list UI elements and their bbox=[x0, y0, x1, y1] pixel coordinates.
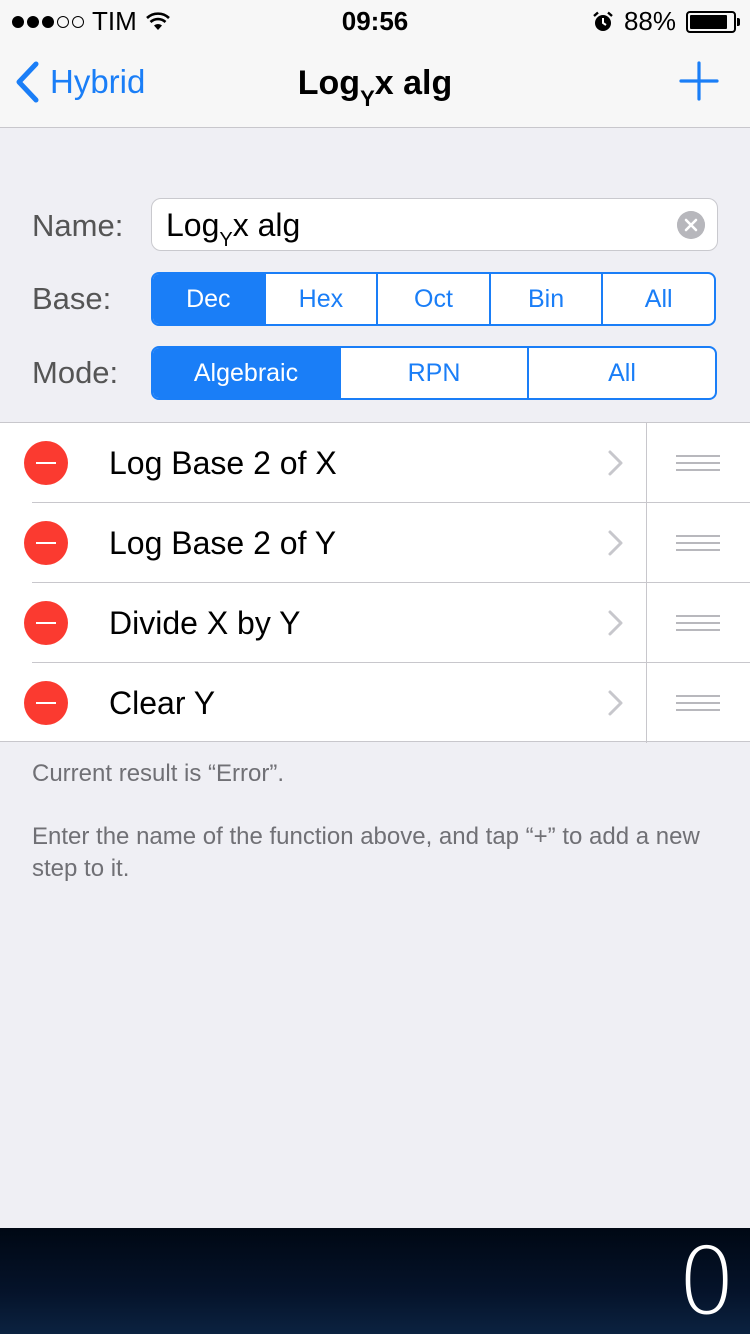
screen: TIM 09:56 88% Hybrid LogYx alg Name: Log… bbox=[0, 0, 750, 1334]
title-subscript: Y bbox=[360, 86, 375, 111]
reorder-divider bbox=[646, 663, 647, 743]
calculator-display: 0 bbox=[0, 1228, 750, 1334]
reorder-divider bbox=[646, 423, 647, 503]
step-label: Divide X by Y bbox=[109, 605, 301, 641]
reorder-divider bbox=[646, 583, 647, 663]
name-subscript: Y bbox=[219, 229, 233, 251]
result-note: Current result is “Error”. bbox=[32, 760, 285, 787]
chevron-right-icon[interactable] bbox=[606, 449, 626, 477]
minus-icon bbox=[36, 462, 56, 464]
chevron-right-icon[interactable] bbox=[606, 529, 626, 557]
status-bar: TIM 09:56 88% bbox=[0, 0, 750, 40]
base-option-dec[interactable]: Dec bbox=[153, 274, 264, 324]
reorder-handle-icon[interactable] bbox=[676, 615, 720, 631]
base-selector: Dec Hex Oct Bin All bbox=[151, 272, 716, 326]
alarm-icon bbox=[593, 11, 613, 31]
mode-selector: Algebraic RPN All bbox=[151, 346, 717, 400]
reorder-handle-icon[interactable] bbox=[676, 455, 720, 471]
step-row[interactable]: Log Base 2 of Y bbox=[0, 503, 750, 583]
name-label: Name: bbox=[32, 208, 124, 243]
status-right: 88% bbox=[592, 6, 740, 37]
name-prefix: Log bbox=[166, 207, 220, 243]
step-label: Log Base 2 of X bbox=[109, 445, 337, 481]
step-label: Log Base 2 of Y bbox=[109, 525, 337, 561]
steps-table: Log Base 2 of X Log Base 2 of Y Divide X… bbox=[0, 422, 750, 743]
reorder-handle-icon[interactable] bbox=[676, 695, 720, 711]
mode-label: Mode: bbox=[32, 355, 119, 390]
chevron-right-icon[interactable] bbox=[606, 689, 626, 717]
help-note: Enter the name of the function above, an… bbox=[32, 823, 700, 882]
base-option-oct[interactable]: Oct bbox=[376, 274, 489, 324]
battery-fill bbox=[690, 14, 727, 29]
chevron-right-icon[interactable] bbox=[606, 609, 626, 637]
step-label: Clear Y bbox=[109, 685, 216, 721]
minus-icon bbox=[36, 622, 56, 624]
name-suffix: x alg bbox=[232, 207, 301, 243]
base-label: Base: bbox=[32, 281, 112, 316]
step-row[interactable]: Clear Y bbox=[0, 663, 750, 743]
page-title: LogYx alg bbox=[0, 64, 750, 112]
delete-step-button[interactable] bbox=[24, 521, 68, 565]
step-row[interactable]: Log Base 2 of X bbox=[0, 423, 750, 503]
name-field[interactable]: LogYx alg bbox=[151, 198, 718, 251]
clear-text-icon[interactable] bbox=[677, 211, 705, 239]
base-option-hex[interactable]: Hex bbox=[263, 274, 377, 324]
delete-step-button[interactable] bbox=[24, 681, 68, 725]
function-form: Name: LogYx alg Base: Dec Hex Oct Bin Al… bbox=[0, 128, 750, 422]
minus-icon bbox=[36, 702, 56, 704]
mode-option-algebraic[interactable]: Algebraic bbox=[153, 348, 339, 398]
title-suffix: x alg bbox=[374, 64, 453, 102]
mode-option-rpn[interactable]: RPN bbox=[339, 348, 527, 398]
navigation-bar: Hybrid LogYx alg bbox=[0, 40, 750, 128]
base-option-all[interactable]: All bbox=[601, 274, 714, 324]
reorder-divider bbox=[646, 503, 647, 583]
name-value: LogYx alg bbox=[166, 207, 300, 252]
add-step-button[interactable] bbox=[678, 60, 720, 102]
battery-percent: 88% bbox=[623, 6, 676, 36]
mode-option-all[interactable]: All bbox=[527, 348, 715, 398]
step-row[interactable]: Divide X by Y bbox=[0, 583, 750, 663]
base-option-bin[interactable]: Bin bbox=[488, 274, 602, 324]
battery-icon bbox=[686, 10, 740, 33]
display-value: 0 bbox=[677, 1228, 736, 1334]
minus-icon bbox=[36, 542, 56, 544]
reorder-handle-icon[interactable] bbox=[676, 535, 720, 551]
delete-step-button[interactable] bbox=[24, 441, 68, 485]
title-prefix: Log bbox=[297, 64, 361, 102]
delete-step-button[interactable] bbox=[24, 601, 68, 645]
